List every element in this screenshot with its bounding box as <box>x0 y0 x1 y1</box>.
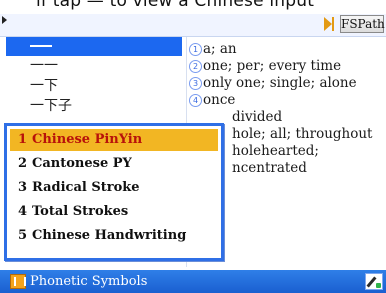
instruction-text-strip: if tap — to view a Chinese input <box>0 0 386 14</box>
sense-number-badge: 1 <box>189 43 202 56</box>
menu-item-chinese-pinyin[interactable]: 1 Chinese PinYin <box>10 129 218 151</box>
list-item-label: 一一 <box>30 58 58 74</box>
definition-line: holehearted; <box>232 143 319 159</box>
toolbar: FSPath <box>0 14 386 37</box>
list-item-selected[interactable]: 一 <box>6 37 182 56</box>
status-label[interactable]: Phonetic Symbols <box>30 273 147 290</box>
menu-item-cantonese-py[interactable]: 2 Cantonese PY <box>10 153 218 175</box>
definition-line: divided <box>232 109 283 125</box>
list-item[interactable]: 一下 <box>6 77 182 96</box>
list-item[interactable]: 一下子 <box>6 97 182 116</box>
status-bar: Phonetic Symbols <box>0 270 386 293</box>
menu-item-radical-stroke[interactable]: 3 Radical Stroke <box>10 177 218 199</box>
definition-line: 1 a; an <box>189 41 237 57</box>
list-item[interactable]: 一一 <box>6 57 182 76</box>
instruction-text: if tap — to view a Chinese input <box>36 0 315 11</box>
phonetic-symbols-icon[interactable] <box>10 274 26 289</box>
definition-line: 3 only one; single; alone <box>189 75 357 91</box>
sense-number-badge: 4 <box>189 94 202 107</box>
definition-line: hole; all; throughout <box>232 126 373 142</box>
menu-item-total-strokes[interactable]: 4 Total Strokes <box>10 201 218 223</box>
menu-item-chinese-handwriting[interactable]: 5 Chinese Handwriting <box>10 225 218 247</box>
input-method-menu: 1 Chinese PinYin 2 Cantonese PY 3 Radical S… <box>4 123 224 261</box>
hanzi-glyph <box>30 45 52 47</box>
handwriting-pen-icon[interactable] <box>365 273 383 290</box>
fspath-button[interactable]: FSPath <box>340 15 385 33</box>
definition-line: ncentrated <box>232 160 307 176</box>
list-item-label: 一下子 <box>30 98 72 114</box>
list-item-label: 一下 <box>30 78 58 94</box>
definition-line: 4 once <box>189 92 235 108</box>
sense-number-badge: 2 <box>189 60 202 73</box>
play-pronunciation-icon[interactable] <box>324 17 334 31</box>
definition-line: 2 one; per; every time <box>189 58 341 74</box>
back-arrow-icon[interactable] <box>2 16 7 24</box>
sense-number-badge: 3 <box>189 77 202 90</box>
